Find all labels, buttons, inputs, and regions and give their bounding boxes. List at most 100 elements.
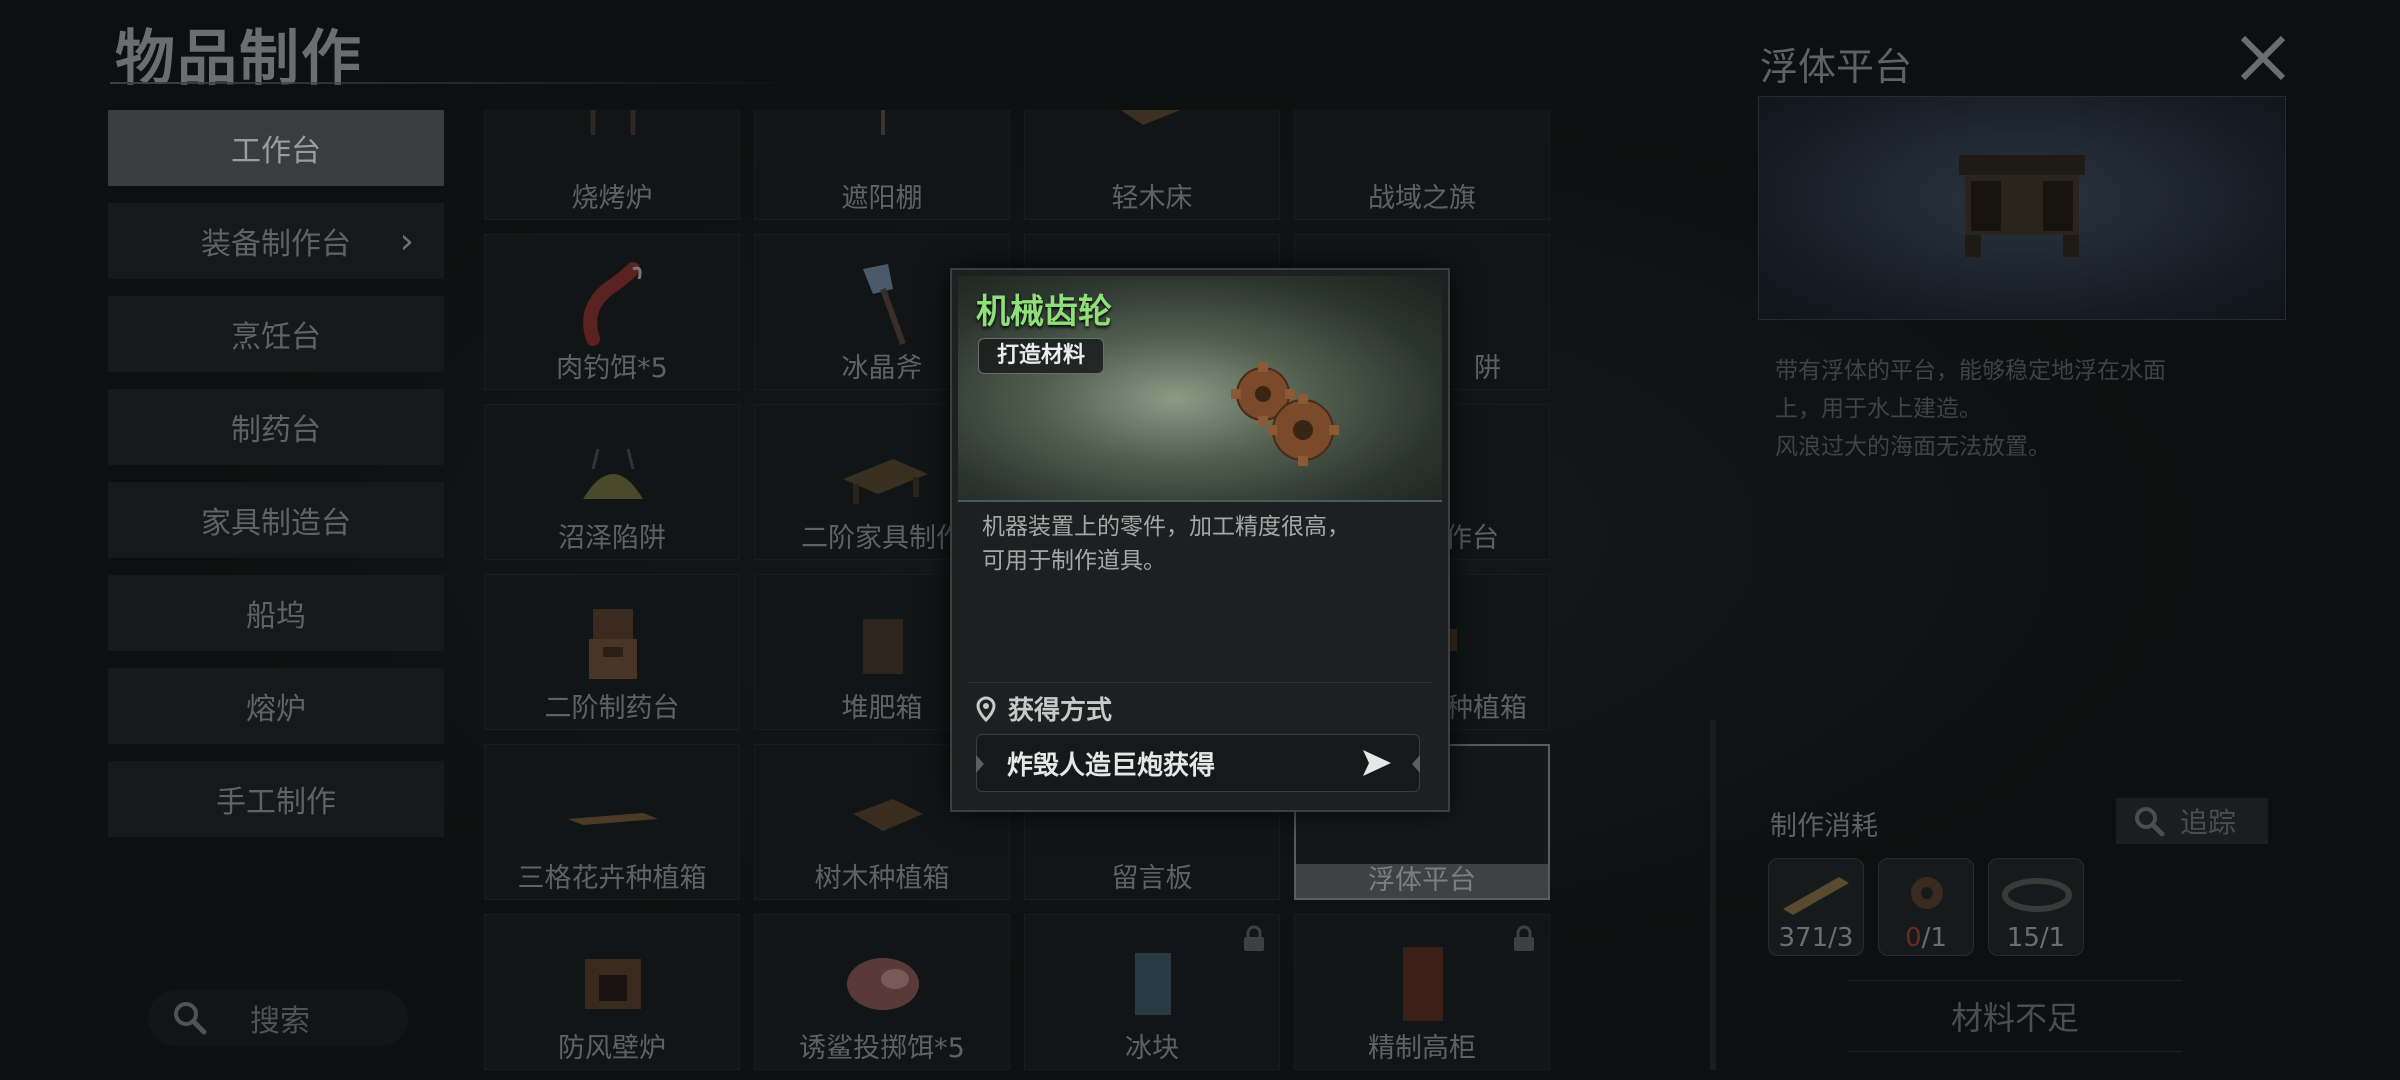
tree-planter-icon [853, 799, 923, 831]
item-cell[interactable]: 精制高柜 [1294, 914, 1550, 1070]
category-label: 家具制造台 [201, 506, 351, 541]
swamp-trap-icon [583, 448, 643, 499]
shark-bait-icon [847, 958, 919, 1010]
obtain-source-label: 炸毁人造巨炮获得 [1007, 750, 1216, 781]
material-qty: 371/3 [1778, 923, 1854, 953]
craft-status-button[interactable]: 材料不足 [1848, 980, 2182, 1052]
category-label: 工作台 [231, 134, 321, 169]
item-label: 轻木床 [1111, 183, 1193, 214]
category-workbench[interactable]: 工作台 [108, 110, 444, 186]
item-label: 三格花卉种植箱 [517, 863, 707, 894]
grid-scrollbar[interactable] [1710, 720, 1716, 1070]
category-pharmacy[interactable]: 制药台 [108, 389, 444, 465]
material-slot[interactable]: 371/3 [1768, 858, 1864, 956]
wood-plank-icon [1783, 877, 1849, 915]
divider [968, 682, 1432, 683]
item-cell[interactable]: 战域之旗 [1294, 110, 1550, 220]
material-slot[interactable]: 0/1 [1878, 858, 1974, 956]
rope-icon [2002, 878, 2072, 912]
item-cell[interactable]: 冰块 [1024, 914, 1280, 1070]
category-label: 船坞 [246, 599, 306, 634]
tooltip-description: 机器装置上的零件，加工精度很高， 可用于制作道具。 [982, 514, 1350, 574]
ice-block-icon [1135, 953, 1171, 1015]
gear-icon [1231, 362, 1339, 466]
category-sidebar: 工作台 装备制作台 › 烹饪台 制药台 家具制造台 船坞 熔炉 手工制作 [108, 110, 444, 854]
category-label: 手工制作 [216, 785, 336, 820]
gear-icon [1911, 877, 1943, 909]
item-label: 防风壁炉 [558, 1033, 666, 1064]
item-cell[interactable]: 肉钓饵*5 [484, 234, 740, 390]
floating-platform-icon [1959, 155, 2085, 257]
material-qty: 15/1 [2006, 923, 2066, 953]
category-dock[interactable]: 船坞 [108, 575, 444, 651]
location-pin-icon [976, 695, 996, 722]
lock-icon [1514, 925, 1534, 951]
category-furniture[interactable]: 家具制造台 [108, 482, 444, 558]
flower-planter-icon [568, 813, 658, 825]
bbq-grill-icon [590, 110, 636, 135]
item-label: 诱鲨投掷饵*5 [799, 1033, 965, 1064]
go-arrow-icon [1363, 750, 1391, 776]
category-handcraft[interactable]: 手工制作 [108, 761, 444, 837]
category-label: 制药台 [231, 413, 321, 448]
item-label: 精制高柜 [1368, 1033, 1476, 1064]
search-icon [174, 1002, 207, 1035]
row-notch-left [976, 755, 984, 773]
item-cell[interactable]: 防风壁炉 [484, 914, 740, 1070]
category-label: 装备制作台 [201, 227, 351, 262]
cost-title: 制作消耗 [1770, 811, 1878, 842]
ice-axe-icon [863, 264, 906, 346]
obtain-header: 获得方式 [976, 690, 1112, 727]
category-equipment-bench[interactable]: 装备制作台 › [108, 203, 444, 279]
item-label: 遮阳棚 [841, 183, 923, 214]
fireplace-icon [585, 959, 641, 1009]
obtain-title: 获得方式 [1008, 696, 1113, 726]
category-cooking[interactable]: 烹饪台 [108, 296, 444, 372]
material-qty: 0/1 [1905, 923, 1947, 953]
category-label: 熔炉 [246, 692, 306, 727]
bed-icon [1120, 110, 1181, 125]
lock-icon [1244, 925, 1264, 951]
item-cell[interactable]: 沼泽陷阱 [484, 404, 740, 560]
detail-description: 带有浮体的平台，能够稳定地浮在水面 上，用于水上建造。 风浪过大的海面无法放置。 [1775, 358, 2166, 460]
item-label: 烧烤炉 [571, 183, 653, 214]
tall-cabinet-icon [1403, 947, 1443, 1021]
item-cell[interactable]: 轻木床 [1024, 110, 1280, 220]
item-label: 肉钓饵*5 [556, 353, 668, 384]
item-cell[interactable]: 诱鲨投掷饵*5 [754, 914, 1010, 1070]
track-label: 追踪 [2180, 806, 2237, 839]
track-button[interactable]: 追踪 [2116, 798, 2268, 844]
detail-preview-image [1758, 96, 2286, 320]
tooltip-category-tag: 打造材料 [978, 338, 1105, 374]
sunshade-icon [881, 110, 885, 135]
chevron-right-icon: › [399, 220, 414, 262]
detail-title: 浮体平台 [1760, 45, 1913, 89]
compost-bin-icon [863, 619, 903, 674]
item-label: 冰块 [1125, 1033, 1179, 1064]
flag-icon [1373, 110, 1473, 165]
item-label: 树木种植箱 [814, 863, 950, 894]
material-slot[interactable]: 15/1 [1988, 858, 2084, 956]
furniture-bench-icon [843, 459, 928, 504]
meat-bait-icon [583, 262, 642, 346]
item-cell[interactable]: 三格花卉种植箱 [484, 744, 740, 900]
item-label: 二阶制药台 [544, 693, 680, 724]
row-notch-right [1412, 755, 1420, 773]
obtain-source-button[interactable]: 炸毁人造巨炮获得 [976, 734, 1420, 792]
item-cell[interactable]: 二阶制药台 [484, 574, 740, 730]
pharmacy-table-icon [589, 609, 637, 679]
item-label: 战域之旗 [1368, 183, 1476, 214]
search-input[interactable]: 搜索 [148, 990, 408, 1046]
item-cell[interactable]: 遮阳棚 [754, 110, 1010, 220]
title-underline [110, 82, 810, 84]
item-tooltip: 机械齿轮 打造材料 机器装置上的零件，加工精度很高， 可用于制作道具。 获得方式 [950, 268, 1450, 812]
close-icon[interactable] [2235, 30, 2291, 86]
item-label: 留言板 [1111, 863, 1193, 894]
tooltip-hero: 机械齿轮 打造材料 [958, 276, 1442, 502]
item-cell[interactable]: 烧烤炉 [484, 110, 740, 220]
tooltip-item-name: 机械齿轮 [976, 292, 1112, 332]
item-label: 浮体平台 [1296, 864, 1548, 898]
item-label: 沼泽陷阱 [558, 523, 666, 554]
search-icon [2135, 807, 2165, 837]
category-furnace[interactable]: 熔炉 [108, 668, 444, 744]
